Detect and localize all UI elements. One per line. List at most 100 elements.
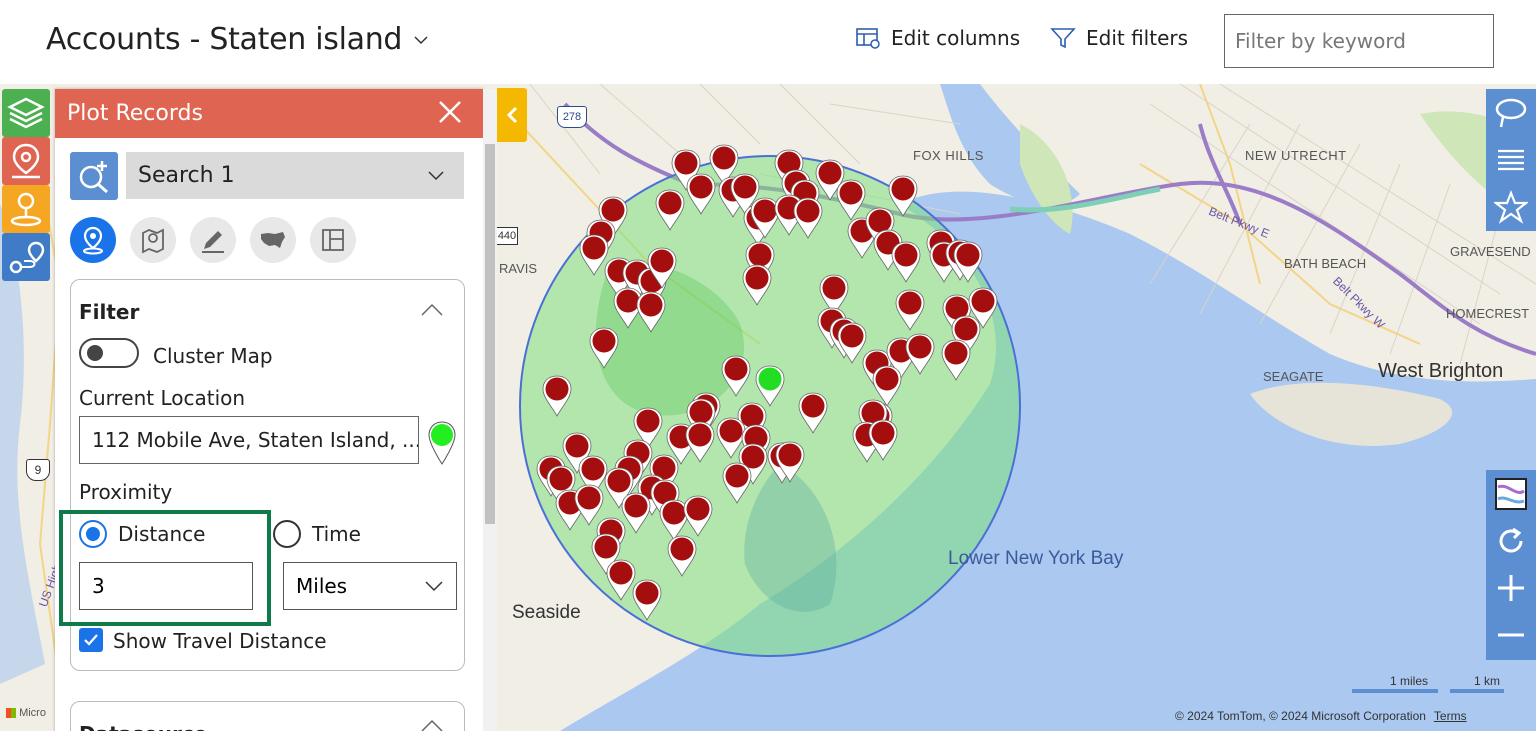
refresh-icon	[1499, 527, 1523, 552]
edit-filters-button[interactable]: Edit filters	[1050, 26, 1188, 50]
edit-columns-button[interactable]: Edit columns	[855, 26, 1020, 50]
account-pin[interactable]	[836, 179, 866, 221]
account-pin[interactable]	[685, 421, 715, 463]
account-pin[interactable]	[941, 339, 971, 381]
chevron-up-icon[interactable]	[420, 718, 444, 731]
account-pin[interactable]	[837, 322, 867, 364]
layers-icon	[7, 97, 45, 129]
account-pin[interactable]	[589, 327, 619, 369]
account-pin[interactable]	[655, 189, 685, 231]
lasso-button[interactable]	[1486, 89, 1536, 136]
map-style-icon	[1495, 477, 1527, 510]
green-pin-icon[interactable]	[426, 420, 458, 466]
chevron-down-icon[interactable]	[412, 31, 430, 49]
account-pin[interactable]	[574, 484, 604, 526]
current-location-input[interactable]: 112 Mobile Ave, Staten Island, ...	[79, 416, 419, 464]
filter-heading: Filter	[79, 300, 140, 324]
account-pin[interactable]	[542, 375, 572, 417]
filter-section: Filter Cluster Map Current Location 112 …	[59, 279, 465, 671]
map-style-button[interactable]	[1486, 470, 1536, 517]
collapse-panel-button[interactable]	[497, 88, 527, 142]
close-icon[interactable]	[435, 97, 465, 127]
cluster-map-label: Cluster Map	[153, 344, 273, 368]
account-pin[interactable]	[636, 291, 666, 333]
usa-mode-button[interactable]	[250, 217, 296, 263]
page-title-text: Accounts - Staten island	[46, 22, 403, 57]
map-copyright: © 2024 TomTom, © 2024 Microsoft Corporat…	[1175, 709, 1467, 723]
new-search-button[interactable]	[70, 152, 118, 200]
show-travel-label: Show Travel Distance	[113, 629, 327, 653]
reset-view-button[interactable]	[1486, 517, 1536, 564]
scrollbar-thumb[interactable]	[485, 144, 495, 524]
copyright-text: © 2024 TomTom, © 2024 Microsoft Corporat…	[1175, 709, 1426, 723]
map-pin-mode-icon	[142, 228, 164, 254]
checkmark-icon	[84, 634, 98, 646]
map-pin-mode-button[interactable]	[130, 217, 176, 263]
chevron-down-icon	[428, 171, 444, 181]
show-travel-checkbox[interactable]	[79, 628, 103, 652]
account-pin[interactable]	[905, 333, 935, 375]
account-pin[interactable]	[872, 365, 902, 407]
filter-icon	[1050, 28, 1076, 49]
layers-button[interactable]	[2, 89, 50, 137]
panel-scrollbar[interactable]	[483, 89, 497, 731]
account-pin[interactable]	[683, 495, 713, 537]
page-title[interactable]: Accounts - Staten island	[46, 22, 430, 57]
account-pin[interactable]	[606, 559, 636, 601]
account-pin[interactable]	[667, 535, 697, 577]
account-pin[interactable]	[891, 241, 921, 283]
account-pin[interactable]	[895, 289, 925, 331]
account-pin[interactable]	[659, 499, 689, 541]
cluster-map-toggle[interactable]	[79, 338, 139, 368]
collapse-left-icon	[506, 106, 518, 124]
account-pin[interactable]	[579, 234, 609, 276]
scale-miles-label: 1 miles	[1390, 674, 1429, 688]
chevron-up-icon[interactable]	[420, 302, 444, 318]
draw-icon	[202, 231, 224, 253]
account-pin[interactable]	[888, 175, 918, 217]
account-pin[interactable]	[793, 197, 823, 239]
scale-km-bar	[1450, 689, 1504, 693]
account-pin[interactable]	[722, 462, 752, 504]
plot-records-button[interactable]	[2, 137, 50, 185]
keyword-filter-input[interactable]	[1224, 14, 1494, 68]
search-select-value: Search 1	[138, 163, 235, 188]
account-pin[interactable]	[742, 264, 772, 306]
zoom-in-button[interactable]	[1486, 564, 1536, 611]
units-value: Miles	[296, 574, 348, 598]
favorites-button[interactable]	[1486, 183, 1536, 230]
plot-records-icon	[12, 143, 40, 179]
time-label: Time	[312, 522, 361, 546]
account-pin[interactable]	[686, 173, 716, 215]
units-select[interactable]: Miles	[283, 562, 457, 610]
distance-highlight-box	[59, 510, 271, 626]
account-pin[interactable]	[632, 579, 662, 621]
account-pin[interactable]	[621, 492, 651, 534]
route-icon	[9, 241, 45, 274]
usa-icon	[261, 232, 285, 248]
pin-mode-button[interactable]	[70, 217, 116, 263]
search-select[interactable]: Search 1	[126, 152, 464, 199]
map-canvas[interactable]: FOX HILLS NEW UTRECHT GRAVESEND BATH BEA…	[0, 84, 1536, 731]
account-pin[interactable]	[721, 355, 751, 397]
draw-mode-button[interactable]	[190, 217, 236, 263]
time-radio[interactable]	[273, 520, 301, 548]
zoom-in-icon	[1498, 574, 1524, 601]
table-mode-button[interactable]	[310, 217, 356, 263]
list-button[interactable]	[1486, 136, 1536, 183]
panel-title: Plot Records	[67, 101, 203, 126]
search-row: Search 1	[70, 152, 464, 200]
zoom-out-button[interactable]	[1486, 611, 1536, 658]
current-location-pin[interactable]	[755, 365, 785, 407]
page-header: Accounts - Staten island Edit columns Ed…	[0, 0, 1536, 84]
account-pin[interactable]	[868, 419, 898, 461]
scale-miles-bar	[1352, 689, 1438, 693]
route-button[interactable]	[2, 233, 50, 281]
search-add-icon	[79, 161, 108, 194]
territory-icon	[10, 192, 42, 227]
territory-button[interactable]	[2, 185, 50, 233]
edit-columns-icon	[856, 28, 880, 49]
proximity-label: Proximity	[79, 480, 173, 504]
account-pin[interactable]	[798, 392, 828, 434]
terms-link[interactable]: Terms	[1434, 709, 1467, 723]
